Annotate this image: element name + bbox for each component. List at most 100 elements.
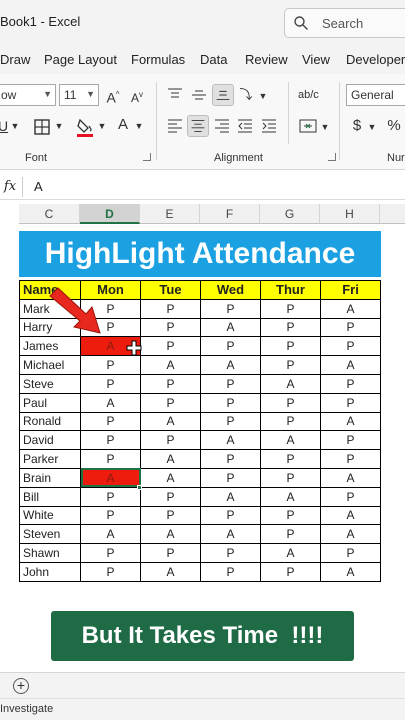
tab-review[interactable]: Review [245, 52, 288, 67]
mon-cell[interactable]: P [80, 373, 141, 394]
chevron-down-icon[interactable]: ▼ [134, 117, 144, 135]
font-name-dropdown[interactable]: ow ▼ [0, 84, 56, 106]
tab-formulas[interactable]: Formulas [131, 52, 185, 67]
thur-cell[interactable]: P [260, 336, 321, 357]
tue-cell[interactable]: A [140, 355, 201, 375]
wed-cell[interactable]: P [200, 561, 261, 582]
fill-handle[interactable] [137, 485, 142, 490]
increase-font-size-icon[interactable]: A^ [104, 86, 122, 107]
mon-cell[interactable]: A [80, 392, 141, 413]
middle-align-icon[interactable] [190, 86, 208, 104]
header-cell-wed[interactable]: Wed [200, 280, 261, 300]
tue-cell[interactable]: P [140, 543, 201, 563]
merge-center-icon[interactable] [298, 117, 318, 135]
thur-cell[interactable]: P [260, 449, 321, 469]
name-cell[interactable]: Parker [19, 449, 81, 469]
wed-cell[interactable]: A [200, 355, 261, 375]
fri-cell[interactable]: A [320, 355, 381, 375]
thur-cell[interactable]: A [260, 430, 321, 451]
font-color-icon[interactable]: A [115, 116, 131, 134]
thur-cell[interactable]: P [260, 467, 321, 488]
header-cell-tue[interactable]: Tue [140, 280, 201, 300]
name-cell[interactable]: Ronald [19, 411, 81, 432]
tue-cell[interactable]: P [140, 430, 201, 451]
name-cell[interactable]: Steven [19, 524, 81, 545]
fri-cell[interactable]: A [320, 467, 381, 488]
wed-cell[interactable]: A [200, 430, 261, 451]
wed-cell[interactable]: P [200, 336, 261, 357]
thur-cell[interactable]: P [260, 561, 321, 582]
search-box[interactable]: Search [284, 8, 405, 38]
font-dialog-launcher-icon[interactable] [143, 153, 151, 161]
wed-cell[interactable]: P [200, 392, 261, 413]
fri-cell[interactable]: P [320, 486, 381, 507]
thur-cell[interactable]: A [260, 543, 321, 563]
name-cell[interactable]: John [19, 561, 81, 582]
decrease-font-size-icon[interactable]: Av [128, 86, 146, 107]
tue-cell[interactable]: P [140, 486, 201, 507]
tab-data[interactable]: Data [200, 52, 227, 67]
fri-cell[interactable]: P [320, 430, 381, 451]
name-cell[interactable]: Brain [19, 467, 81, 488]
wed-cell[interactable]: P [200, 467, 261, 488]
tue-cell[interactable]: P [140, 392, 201, 413]
mon-cell[interactable]: P [80, 505, 141, 526]
formula-input[interactable]: A [34, 179, 43, 194]
mon-cell[interactable]: A [80, 524, 141, 545]
chevron-down-icon[interactable]: ▼ [54, 117, 64, 135]
tue-cell[interactable]: P [140, 336, 201, 357]
add-sheet-icon[interactable]: + [13, 678, 29, 694]
tab-developer[interactable]: Developer [346, 52, 405, 67]
column-header-c[interactable]: C [19, 204, 80, 224]
wed-cell[interactable]: A [200, 524, 261, 545]
tue-cell[interactable]: A [140, 467, 201, 488]
fri-cell[interactable]: P [320, 543, 381, 563]
tue-cell[interactable]: P [140, 298, 201, 319]
tue-cell[interactable]: A [140, 561, 201, 582]
mon-cell[interactable]: P [80, 543, 141, 563]
tue-cell[interactable]: P [140, 317, 201, 338]
name-cell[interactable]: David [19, 430, 81, 451]
tue-cell[interactable]: P [140, 505, 201, 526]
tab-page-layout[interactable]: Page Layout [44, 52, 117, 67]
thur-cell[interactable]: P [260, 524, 321, 545]
chevron-down-icon[interactable]: ▼ [10, 117, 20, 135]
fri-cell[interactable]: A [320, 524, 381, 545]
chevron-down-icon[interactable]: ▼ [367, 118, 377, 136]
thur-cell[interactable]: P [260, 355, 321, 375]
align-left-icon[interactable] [166, 117, 184, 135]
align-center-icon[interactable] [187, 115, 209, 137]
chevron-down-icon[interactable]: ▼ [97, 117, 107, 135]
number-format-dropdown[interactable]: General [346, 84, 405, 106]
align-right-icon[interactable] [213, 117, 231, 135]
name-cell[interactable]: Bill [19, 486, 81, 507]
wed-cell[interactable]: P [200, 449, 261, 469]
mon-cell[interactable]: P [80, 411, 141, 432]
tue-cell[interactable]: P [140, 373, 201, 394]
tue-cell[interactable]: A [140, 411, 201, 432]
name-cell[interactable]: James [19, 336, 81, 357]
mon-cell[interactable]: P [80, 430, 141, 451]
name-cell[interactable]: Michael [19, 355, 81, 375]
name-cell[interactable]: White [19, 505, 81, 526]
increase-indent-icon[interactable] [260, 117, 278, 135]
wed-cell[interactable]: P [200, 505, 261, 526]
name-cell[interactable]: Shawn [19, 543, 81, 563]
wed-cell[interactable]: P [200, 298, 261, 319]
bottom-align-icon[interactable] [212, 84, 234, 106]
fri-cell[interactable]: A [320, 505, 381, 526]
tab-view[interactable]: View [302, 52, 330, 67]
fri-cell[interactable]: P [320, 392, 381, 413]
wed-cell[interactable]: P [200, 373, 261, 394]
name-cell[interactable]: Paul [19, 392, 81, 413]
borders-icon[interactable] [33, 118, 51, 136]
alignment-dialog-launcher-icon[interactable] [328, 153, 336, 161]
mon-cell[interactable]: P [80, 449, 141, 469]
thur-cell[interactable]: A [260, 486, 321, 507]
fx-icon[interactable]: fx [0, 174, 20, 200]
tue-cell[interactable]: A [140, 524, 201, 545]
header-cell-thur[interactable]: Thur [260, 280, 321, 300]
column-header-h[interactable]: H [320, 204, 380, 224]
mon-cell[interactable]: A [80, 467, 141, 488]
wrap-text-icon[interactable]: ab/c [298, 86, 319, 104]
